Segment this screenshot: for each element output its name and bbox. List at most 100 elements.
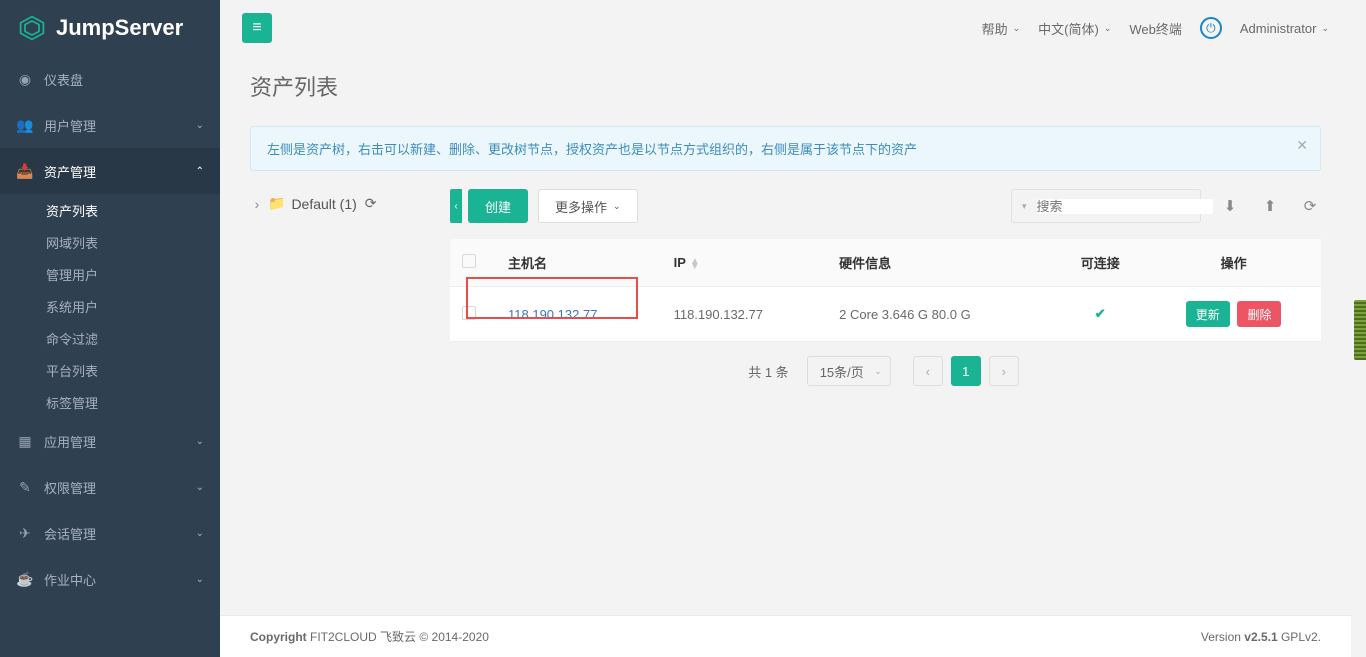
dashboard-icon: ◉ bbox=[16, 71, 34, 88]
nav-system-user[interactable]: 系统用户 bbox=[0, 290, 220, 322]
row-checkbox[interactable] bbox=[462, 306, 476, 320]
pagination-total: 共 1 条 bbox=[748, 362, 788, 381]
brand-logo[interactable]: JumpServer bbox=[0, 0, 220, 56]
page-number: 1 bbox=[962, 364, 969, 379]
nav-label: 管理用户 bbox=[46, 265, 98, 284]
select-value: 15条/页 bbox=[820, 362, 864, 381]
sort-icon: ▲▼ bbox=[690, 259, 700, 269]
lang-select[interactable]: 中文(简体)⌄ bbox=[1038, 19, 1111, 38]
side-handle[interactable] bbox=[1354, 300, 1366, 360]
link-label: 帮助 bbox=[982, 19, 1008, 38]
update-button[interactable]: 更新 bbox=[1186, 301, 1230, 327]
alert-text: 左侧是资产树，右击可以新建、删除、更改树节点，授权资产也是以节点方式组织的，右侧… bbox=[267, 142, 917, 157]
nav-label-mgmt[interactable]: 标签管理 bbox=[0, 386, 220, 418]
col-ip[interactable]: IP▲▼ bbox=[662, 239, 828, 287]
nav-label: 仪表盘 bbox=[44, 70, 83, 89]
button-label: 创建 bbox=[485, 197, 511, 216]
pagination: 共 1 条 15条/页 ⌄ ‹ 1 › bbox=[450, 356, 1321, 386]
footer-version: Version v2.5.1 GPLv2. bbox=[1201, 630, 1321, 644]
import-icon[interactable]: ⬆ bbox=[1259, 197, 1281, 215]
col-hardware: 硬件信息 bbox=[827, 239, 1054, 287]
th-label: 操作 bbox=[1221, 256, 1247, 271]
chevron-down-icon: ⌄ bbox=[196, 436, 204, 447]
sidebar-toggle[interactable]: ≡ bbox=[242, 13, 272, 43]
topbar: ≡ 帮助⌄ 中文(简体)⌄ Web终端 ⏻ Administrator⌄ bbox=[220, 0, 1351, 56]
page-number-button[interactable]: 1 bbox=[951, 356, 981, 386]
nav-label: 用户管理 bbox=[44, 116, 96, 135]
nav-label: 应用管理 bbox=[44, 432, 96, 451]
page-size-select[interactable]: 15条/页 ⌄ bbox=[807, 356, 891, 386]
asset-table: 主机名 IP▲▼ 硬件信息 可连接 操作 118.190.132.77 bbox=[450, 239, 1321, 342]
users-icon: 👥 bbox=[16, 117, 34, 134]
edit-icon: ✎ bbox=[16, 479, 34, 496]
user-menu[interactable]: Administrator ⌄ bbox=[1240, 21, 1329, 36]
table-header-row: 主机名 IP▲▼ 硬件信息 可连接 操作 bbox=[450, 239, 1321, 287]
nav-asset-list[interactable]: 资产列表 bbox=[0, 194, 220, 226]
alert-close[interactable]: ✕ bbox=[1296, 137, 1308, 154]
tree-root-node[interactable]: › 📁 Default (1) ⟳ bbox=[250, 195, 450, 212]
nav-cmd-filter[interactable]: 命令过滤 bbox=[0, 322, 220, 354]
table-row: 118.190.132.77 118.190.132.77 2 Core 3.6… bbox=[450, 287, 1321, 342]
page-title: 资产列表 bbox=[220, 56, 1351, 126]
chevron-down-icon: ⌄ bbox=[196, 528, 204, 539]
filter-dropdown-icon[interactable]: ▾ bbox=[1022, 201, 1027, 212]
nav-domain-list[interactable]: 网域列表 bbox=[0, 226, 220, 258]
tree-refresh-icon[interactable]: ⟳ bbox=[365, 195, 377, 212]
chevron-up-icon: ⌃ bbox=[196, 166, 204, 177]
main: ≡ 帮助⌄ 中文(简体)⌄ Web终端 ⏻ Administrator⌄ 资产列… bbox=[220, 0, 1351, 657]
nav-label: 会话管理 bbox=[44, 524, 96, 543]
select-all-checkbox[interactable] bbox=[462, 254, 476, 268]
refresh-icon[interactable]: ⟳ bbox=[1299, 197, 1321, 215]
rocket-icon: ✈ bbox=[16, 525, 34, 542]
help-link[interactable]: 帮助⌄ bbox=[982, 19, 1021, 38]
hamburger-icon: ≡ bbox=[252, 19, 261, 37]
nav-session-mgmt[interactable]: ✈ 会话管理 ⌄ bbox=[0, 510, 220, 556]
nav-label: 资产管理 bbox=[44, 162, 96, 181]
tree-expand-icon[interactable]: › bbox=[250, 196, 264, 212]
logo-icon bbox=[18, 14, 46, 42]
reachable-check-icon: ✔ bbox=[1095, 306, 1106, 321]
prev-page-button[interactable]: ‹ bbox=[913, 356, 943, 386]
nav-label: 网域列表 bbox=[46, 233, 98, 252]
chevron-down-icon: ⌄ bbox=[1104, 23, 1112, 34]
content: 左侧是资产树，右击可以新建、删除、更改树节点，授权资产也是以节点方式组织的，右侧… bbox=[220, 126, 1351, 657]
tree-collapse-handle[interactable]: ‹ bbox=[450, 189, 462, 223]
search-box[interactable]: ▾ bbox=[1011, 189, 1201, 223]
brand-text: JumpServer bbox=[56, 15, 183, 41]
delete-button[interactable]: 删除 bbox=[1237, 301, 1281, 327]
nav-perm-mgmt[interactable]: ✎ 权限管理 ⌄ bbox=[0, 464, 220, 510]
button-label: 更多操作 bbox=[555, 197, 607, 216]
nav-label: 资产列表 bbox=[46, 201, 98, 220]
search-input[interactable] bbox=[1037, 199, 1213, 214]
nav-label: 权限管理 bbox=[44, 478, 96, 497]
nav-job-center[interactable]: ☕作业中心⌄ bbox=[0, 556, 220, 602]
nav-dashboard[interactable]: ◉ 仪表盘 bbox=[0, 56, 220, 102]
footer-copyright: Copyright FIT2CLOUD 飞致云 © 2014-2020 bbox=[250, 628, 489, 645]
web-terminal-link[interactable]: Web终端 bbox=[1129, 19, 1182, 38]
folder-icon: 📁 bbox=[268, 195, 285, 212]
grid-icon: ▦ bbox=[16, 433, 34, 450]
nav-app-mgmt[interactable]: ▦ 应用管理 ⌄ bbox=[0, 418, 220, 464]
create-button[interactable]: 创建 bbox=[468, 189, 528, 223]
nav-platform-list[interactable]: 平台列表 bbox=[0, 354, 220, 386]
next-page-button[interactable]: › bbox=[989, 356, 1019, 386]
toolbar: ‹ 创建 更多操作⌄ ▾ ⬇ ⬆ ⟳ bbox=[450, 189, 1321, 223]
export-icon[interactable]: ⬇ bbox=[1219, 197, 1241, 215]
nav-asset-mgmt[interactable]: 📥资产管理⌃ bbox=[0, 148, 220, 194]
chevron-down-icon: ⌄ bbox=[1321, 23, 1329, 34]
nav-admin-user[interactable]: 管理用户 bbox=[0, 258, 220, 290]
hostname-link[interactable]: 118.190.132.77 bbox=[508, 307, 597, 322]
col-hostname[interactable]: 主机名 bbox=[496, 239, 662, 287]
user-name: Administrator bbox=[1240, 21, 1317, 36]
nav-label: 作业中心 bbox=[44, 570, 96, 589]
chevron-down-icon: ⌄ bbox=[874, 366, 882, 377]
link-label: Web终端 bbox=[1129, 19, 1182, 38]
more-actions-button[interactable]: 更多操作⌄ bbox=[538, 189, 638, 223]
nav-label: 平台列表 bbox=[46, 361, 98, 380]
col-reachable: 可连接 bbox=[1054, 239, 1146, 287]
nav-user-mgmt[interactable]: 👥用户管理⌄ bbox=[0, 102, 220, 148]
power-icon[interactable]: ⏻ bbox=[1200, 17, 1222, 39]
th-label: 主机名 bbox=[508, 256, 547, 271]
col-action: 操作 bbox=[1146, 239, 1321, 287]
chevron-down-icon: ⌄ bbox=[196, 482, 204, 493]
